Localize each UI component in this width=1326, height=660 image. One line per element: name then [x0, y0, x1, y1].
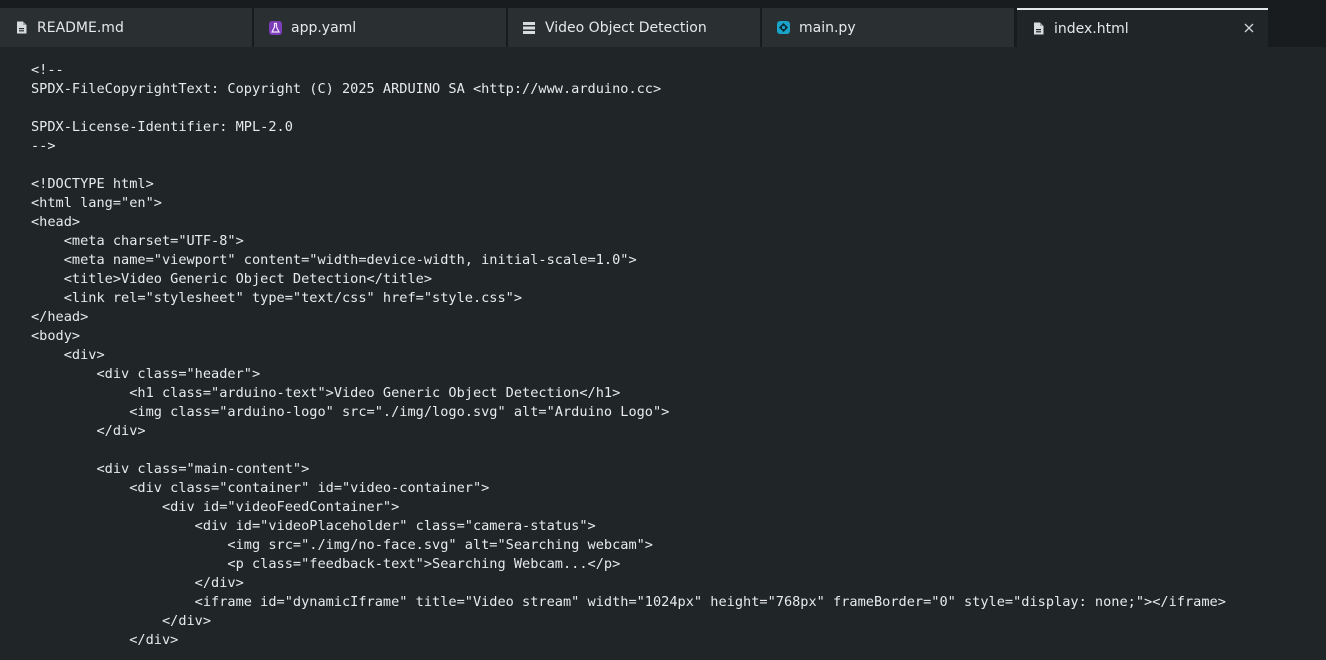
code-line: <body>: [31, 328, 81, 344]
tab-index-html[interactable]: index.html: [1017, 8, 1268, 47]
code-line: <div>: [31, 347, 105, 363]
code-line: <img src="./img/no-face.svg" alt="Search…: [31, 537, 653, 553]
code-line: <html lang="en">: [31, 195, 162, 211]
tab-label: app.yaml: [291, 19, 357, 36]
code-line: -->: [31, 138, 56, 154]
tab-label: index.html: [1054, 20, 1129, 37]
close-tab-button[interactable]: [1242, 21, 1256, 35]
code-line: </div>: [31, 613, 212, 629]
close-icon: [1244, 23, 1254, 33]
tab-label: Video Object Detection: [545, 19, 707, 36]
code-line: <meta charset="UTF-8">: [31, 233, 244, 249]
tab-main-py[interactable]: main.py: [762, 8, 1014, 47]
editor-window: README.md app.yaml Video Object Detectio…: [0, 0, 1326, 660]
code-line: SPDX-License-Identifier: MPL-2.0: [31, 119, 293, 135]
code-line: <div class="header">: [31, 366, 261, 382]
code-line: <div id="videoFeedContainer">: [31, 499, 400, 515]
tab-video-object-detection[interactable]: Video Object Detection: [508, 8, 760, 47]
tab-app-yaml[interactable]: app.yaml: [254, 8, 506, 47]
code-line: <!--: [31, 62, 64, 78]
code-line: </head>: [31, 309, 89, 325]
code-line: <iframe id="dynamicIframe" title="Video …: [31, 594, 1226, 610]
code-line: SPDX-FileCopyrightText: Copyright (C) 20…: [31, 81, 662, 97]
code-line: <head>: [31, 214, 81, 230]
code-line: <div class="container" id="video-contain…: [31, 480, 490, 496]
file-icon: [1031, 22, 1045, 36]
code-line: <link rel="stylesheet" type="text/css" h…: [31, 290, 523, 306]
code-line: <img class="arduino-logo" src="./img/log…: [31, 404, 670, 420]
code-line: <title>Video Generic Object Detection</t…: [31, 271, 433, 287]
code-line: <p class="feedback-text">Searching Webca…: [31, 556, 621, 572]
tab-label: main.py: [799, 19, 856, 36]
python-icon: [776, 21, 790, 35]
code-editor[interactable]: <!-- SPDX-FileCopyrightText: Copyright (C…: [0, 47, 1326, 660]
tab-readme[interactable]: README.md: [0, 8, 252, 47]
code-line: <!DOCTYPE html>: [31, 176, 154, 192]
file-icon: [14, 21, 28, 35]
code-content: <!-- SPDX-FileCopyrightText: Copyright (C…: [31, 61, 1226, 650]
code-line: <div id="videoPlaceholder" class="camera…: [31, 518, 596, 534]
app-grid-icon: [522, 21, 536, 35]
flask-icon: [268, 20, 282, 35]
code-line: <meta name="viewport" content="width=dev…: [31, 252, 637, 268]
code-line: </div>: [31, 423, 146, 439]
tab-bar: README.md app.yaml Video Object Detectio…: [0, 0, 1326, 47]
code-line: <div class="main-content">: [31, 461, 310, 477]
code-line: </div>: [31, 575, 244, 591]
tab-label: README.md: [37, 19, 124, 36]
code-line: <h1 class="arduino-text">Video Generic O…: [31, 385, 621, 401]
code-line: </div>: [31, 632, 179, 648]
